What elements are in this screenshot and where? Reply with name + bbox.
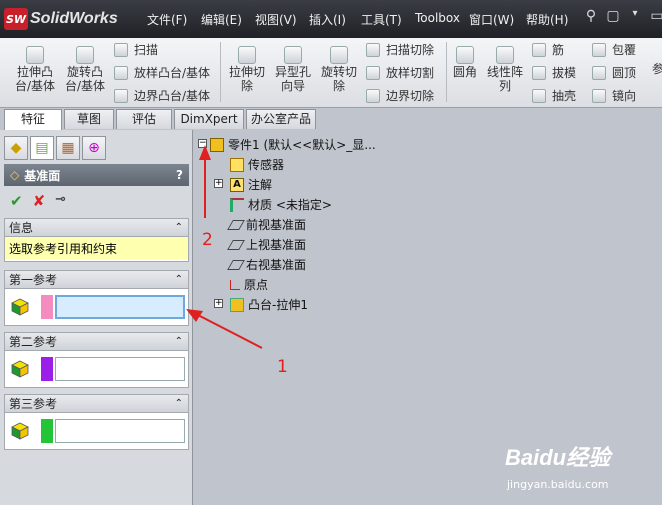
arrowhead-2-icon: [199, 145, 211, 160]
watermark-url: jingyan.baidu.com: [507, 478, 609, 491]
baidu-watermark: Baidu经验 jingyan.baidu.com: [505, 440, 610, 491]
annotation-arrows: [186, 145, 263, 349]
arrow-1: [195, 313, 263, 349]
annotation-label-1: 1: [277, 357, 288, 377]
watermark-brand: Baidu经验: [505, 445, 611, 470]
annotation-label-2: 2: [202, 230, 213, 250]
